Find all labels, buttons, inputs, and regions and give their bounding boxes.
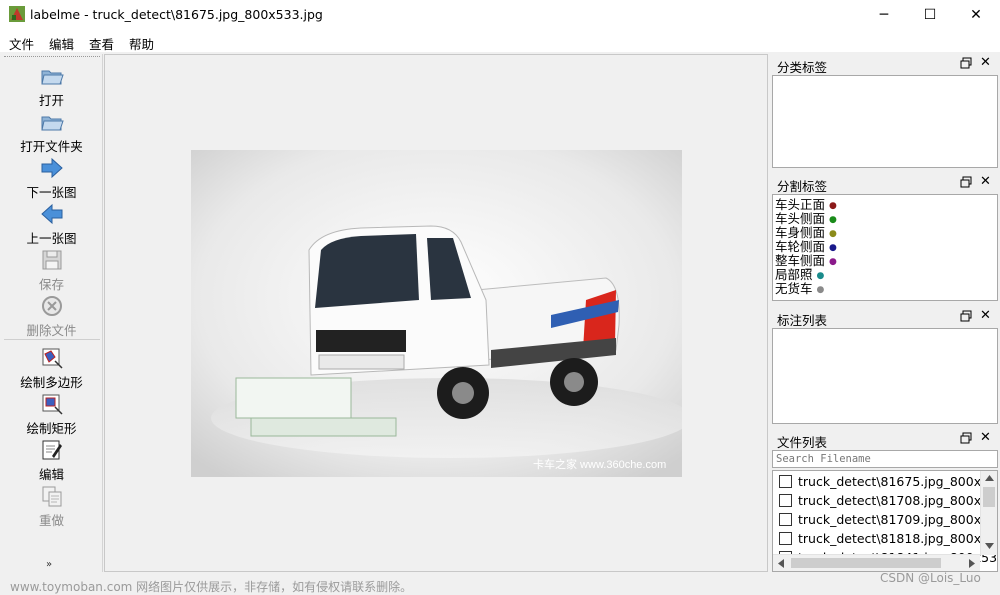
toolbar-grip[interactable] <box>4 56 100 57</box>
close-icon[interactable]: ✕ <box>980 55 991 70</box>
minimize-button[interactable]: ─ <box>861 0 907 30</box>
arrow-left-icon <box>41 203 63 225</box>
menu-help[interactable]: 帮助 <box>129 34 154 53</box>
create-rectangle-label: 绘制矩形 <box>26 421 77 436</box>
labels-dock-title: 分割标签 <box>777 179 828 194</box>
redo-label: 重做 <box>38 513 64 528</box>
next-image-label: 下一张图 <box>26 185 77 200</box>
scroll-right-icon[interactable] <box>969 559 975 568</box>
file-search-input[interactable]: Search Filename <box>772 450 998 468</box>
scroll-up-icon[interactable] <box>985 475 994 481</box>
open-folder-icon <box>41 70 64 85</box>
delete-file-label: 删除文件 <box>26 323 77 338</box>
files-dock: 文件列表 ✕ Search Filename truck_detect\8167… <box>771 429 1000 573</box>
file-list-vscrollbar[interactable] <box>980 471 997 555</box>
scroll-thumb[interactable] <box>983 487 995 507</box>
open-label: 打开 <box>38 93 64 108</box>
file-checkbox[interactable] <box>779 513 792 526</box>
flags-dock-title: 分类标签 <box>777 60 828 75</box>
hscroll-thumb[interactable] <box>791 558 941 568</box>
create-rectangle-button[interactable]: 绘制矩形 <box>0 392 103 436</box>
edit-button[interactable]: 编辑 <box>0 438 103 482</box>
label-color-dot: ● <box>829 201 837 211</box>
flags-dock: 分类标签 ✕ <box>771 54 1000 170</box>
open-button[interactable]: 打开 <box>0 64 103 108</box>
float-icon[interactable] <box>960 57 972 69</box>
redo-button[interactable]: 重做 <box>0 484 103 528</box>
labelme-app-icon <box>9 6 25 22</box>
tools-toolbar: 打开 打开文件夹 下一张图 上一张图 保存 删除文件 绘制多边形 绘制矩形 编辑… <box>0 54 103 572</box>
file-checkbox[interactable] <box>779 475 792 488</box>
close-icon[interactable]: ✕ <box>980 308 991 323</box>
maximize-button[interactable]: ☐ <box>907 0 953 30</box>
files-dock-title: 文件列表 <box>777 435 828 450</box>
menu-edit[interactable]: 编辑 <box>49 34 74 53</box>
scroll-left-icon[interactable] <box>778 559 784 568</box>
truck-photo: 卡车之家 www.360che.com <box>191 150 682 477</box>
next-image-button[interactable]: 下一张图 <box>0 156 103 200</box>
rectangle-draw-icon <box>42 394 63 415</box>
edit-pencil-icon <box>42 440 62 460</box>
close-icon[interactable]: ✕ <box>980 174 991 189</box>
file-checkbox[interactable] <box>779 494 792 507</box>
files-dock-titlebar[interactable]: 文件列表 ✕ <box>771 429 1000 450</box>
close-icon[interactable]: ✕ <box>980 430 991 445</box>
save-button[interactable]: 保存 <box>0 248 103 292</box>
file-list-hscrollbar[interactable] <box>773 554 980 571</box>
flags-dock-titlebar[interactable]: 分类标签 ✕ <box>771 54 1000 75</box>
labels-dock: 分割标签 ✕ 车头正面 ● 车头侧面 ● 车身侧面 ● 车轮侧面 ● 整车侧面 ● 局部照… <box>771 173 1000 303</box>
label-color-dot: ● <box>829 243 837 253</box>
shapes-dock-titlebar[interactable]: 标注列表 ✕ <box>771 307 1000 328</box>
open-dir-label: 打开文件夹 <box>20 139 83 154</box>
delete-file-button[interactable]: 删除文件 <box>0 294 103 338</box>
image-canvas[interactable]: 卡车之家 www.360che.com <box>104 54 768 572</box>
close-window-button[interactable]: ✕ <box>953 0 999 30</box>
copy-pages-icon <box>42 486 62 507</box>
author-watermark-text: CSDN @Lois_Luo <box>880 571 981 585</box>
prev-image-button[interactable]: 上一张图 <box>0 202 103 246</box>
shapes-dock-title: 标注列表 <box>777 313 828 328</box>
prev-image-label: 上一张图 <box>26 231 77 246</box>
file-list[interactable]: truck_detect\81675.jpg_800x533 truck_det… <box>772 470 998 572</box>
menu-bar: 文件 编辑 查看 帮助 <box>0 30 1000 52</box>
menu-file[interactable]: 文件 <box>9 34 34 53</box>
shapes-dock: 标注列表 ✕ <box>771 307 1000 427</box>
menu-view[interactable]: 查看 <box>89 34 114 53</box>
arrow-right-icon <box>41 157 63 179</box>
floppy-disk-icon <box>42 250 62 270</box>
file-checkbox[interactable] <box>779 532 792 545</box>
edit-label: 编辑 <box>38 467 64 482</box>
create-polygon-button[interactable]: 绘制多边形 <box>0 346 103 390</box>
flags-list[interactable] <box>772 75 998 168</box>
label-color-dot: ● <box>816 285 825 295</box>
labels-dock-titlebar[interactable]: 分割标签 ✕ <box>771 173 1000 194</box>
window-title: labelme - truck_detect\81675.jpg_800x533… <box>30 7 323 22</box>
label-list[interactable]: 车头正面 ● 车头侧面 ● 车身侧面 ● 车轮侧面 ● 整车侧面 ● 局部照 ● 无货车 ● <box>772 194 998 301</box>
label-item[interactable]: 无货车 ● <box>775 282 824 297</box>
toolbar-separator <box>4 339 100 340</box>
photo-watermark: 卡车之家 www.360che.com <box>533 457 666 471</box>
scroll-down-icon[interactable] <box>985 543 994 549</box>
create-polygon-label: 绘制多边形 <box>20 375 83 390</box>
float-icon[interactable] <box>960 432 972 444</box>
window-titlebar: labelme - truck_detect\81675.jpg_800x533… <box>0 0 1000 30</box>
label-color-dot: ● <box>829 229 837 239</box>
label-color-dot: ● <box>816 271 825 281</box>
open-folder-icon <box>41 116 64 131</box>
delete-circle-icon <box>42 296 62 316</box>
save-label: 保存 <box>38 277 64 292</box>
label-color-dot: ● <box>829 215 837 225</box>
float-icon[interactable] <box>960 176 972 188</box>
shape-list[interactable] <box>772 328 998 424</box>
open-dir-button[interactable]: 打开文件夹 <box>0 110 103 154</box>
polygon-draw-icon <box>42 348 63 369</box>
source-watermark-text: www.toymoban.com 网络图片仅供展示，非存储，如有侵权请联系删除。 <box>10 580 413 594</box>
label-color-dot: ● <box>829 257 837 267</box>
toolbar-more-chevron[interactable]: » <box>46 559 52 570</box>
float-icon[interactable] <box>960 310 972 322</box>
